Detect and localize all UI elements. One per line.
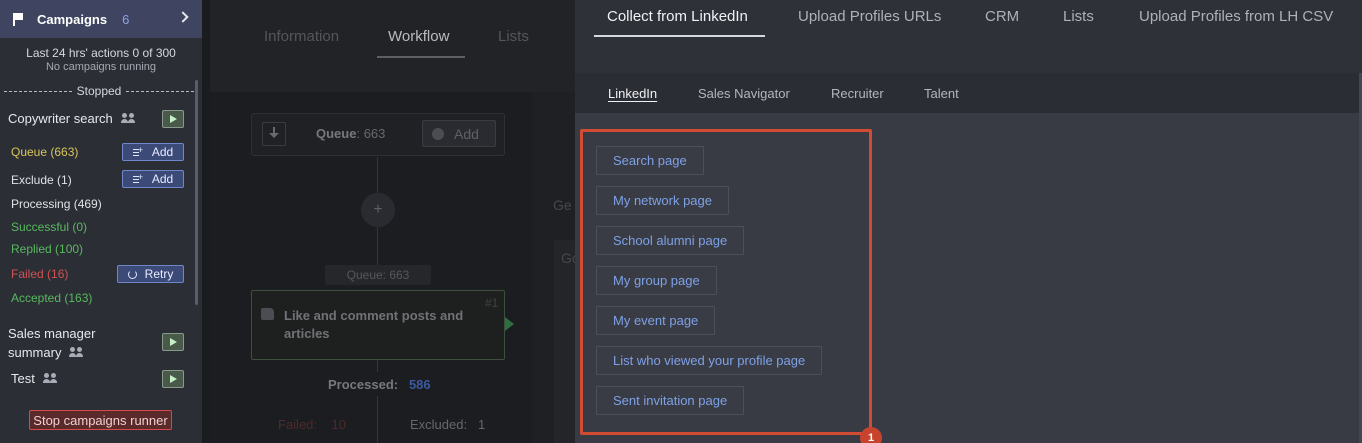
campaigns-header[interactable]: Campaigns 6 [0,0,202,38]
flag-icon [12,13,24,26]
connector-line [377,157,378,193]
campaign-sales-manager-summary[interactable]: Sales manager summary [8,326,95,360]
retry-button[interactable]: Retry [117,265,184,283]
step-badge: 1 [860,427,882,443]
plus-circle-icon [432,127,444,140]
collect-profiles-panel: Collect from LinkedIn Upload Profiles UR… [575,0,1362,443]
tab-upload-profiles-urls[interactable]: Upload Profiles URLs [798,8,941,25]
source-tabs: Collect from LinkedIn Upload Profiles UR… [575,0,1362,73]
subtab-sales-navigator[interactable]: Sales Navigator [698,86,790,101]
step-title: Like and comment posts and articles [284,308,464,341]
sidebar-scrollbar[interactable] [195,80,198,305]
tab-upload-profiles-from-lh-csv[interactable]: Upload Profiles from LH CSV [1139,8,1333,25]
play-campaign-button[interactable] [162,333,184,351]
actions-counter: Last 24 hrs' actions 0 of 300 [26,46,176,60]
people-icon [120,113,137,124]
side-panel-card [554,240,575,443]
add-queue-button[interactable]: Add [122,143,184,161]
stat-exclude[interactable]: Exclude (1) [11,173,72,187]
stat-replied[interactable]: Replied (100) [11,242,83,256]
campaigns-count: 6 [122,11,130,27]
stopped-label: Stopped [76,84,122,98]
add-step-button[interactable]: + [361,193,395,227]
chevron-right-icon[interactable] [177,11,189,23]
campaign-name: Test [11,371,35,386]
stopped-divider: Stopped [4,84,194,98]
connector-line [377,227,378,265]
stat-processing[interactable]: Processing (469) [11,197,102,211]
connector-line [377,396,378,443]
node-connector-arrow [505,317,514,331]
tab-lists[interactable]: Lists [498,28,529,45]
highlight-box [580,129,872,435]
campaigns-sidebar: Campaigns 6 Last 24 hrs' actions 0 of 30… [0,0,202,443]
people-icon [42,373,59,384]
excluded-row: Excluded: 1 [410,417,486,432]
running-status: No campaigns running [45,61,157,73]
thumbs-up-icon [261,308,274,320]
stat-successful[interactable]: Successful (0) [11,220,87,234]
add-list-icon [132,172,143,183]
stat-queue[interactable]: Queue (663) [11,145,78,159]
workflow-area: Information Workflow Lists Queue: 663 Ad… [210,0,580,443]
tab-lists[interactable]: Lists [1063,8,1094,25]
stat-accepted[interactable]: Accepted (163) [11,291,92,305]
tab-collect-from-linkedin[interactable]: Collect from LinkedIn [607,8,748,25]
workflow-tabs: Information Workflow Lists [210,0,575,92]
linkedin-subtabs: LinkedIn Sales Navigator Recruiter Talen… [575,73,1362,113]
campaign-name: Copywriter search [8,111,113,126]
campaigns-title: Campaigns [37,11,108,27]
tab-information[interactable]: Information [264,28,339,45]
add-queue-button[interactable]: Add [422,120,496,147]
subtab-linkedin[interactable]: LinkedIn [608,86,657,101]
people-icon [69,347,85,358]
active-tab-underline [377,56,465,58]
play-campaign-button[interactable] [162,370,184,388]
subtab-recruiter[interactable]: Recruiter [831,86,884,101]
retry-icon [127,269,137,279]
campaign-test[interactable]: Test [11,371,59,386]
campaign-copywriter-search[interactable]: Copywriter search [8,111,137,126]
step-number: #1 [485,296,499,310]
tab-workflow[interactable]: Workflow [388,28,449,45]
campaign-name: Sales manager [8,326,96,341]
add-list-icon [132,145,143,156]
add-exclude-button[interactable]: Add [122,170,184,188]
app-root: Campaigns 6 Last 24 hrs' actions 0 of 30… [0,0,1362,443]
play-campaign-button[interactable] [162,110,184,128]
connector-line [377,360,378,372]
stat-failed[interactable]: Failed (16) [11,267,68,281]
stop-campaigns-runner-button[interactable]: Stop campaigns runner [29,410,172,430]
tab-crm[interactable]: CRM [985,8,1019,25]
step-queue-label: Queue: 663 [325,265,431,285]
failed-row: Failed: 10 [278,417,346,432]
download-icon [262,122,286,146]
subtab-talent[interactable]: Talent [924,86,959,101]
partial-tab: Ge [553,197,572,213]
queue-label-row: Queue: 663 [316,126,386,141]
campaign-name-line2: summary [8,345,62,360]
active-tab-underline [594,35,765,37]
processed-row: Processed: 586 [328,377,431,392]
